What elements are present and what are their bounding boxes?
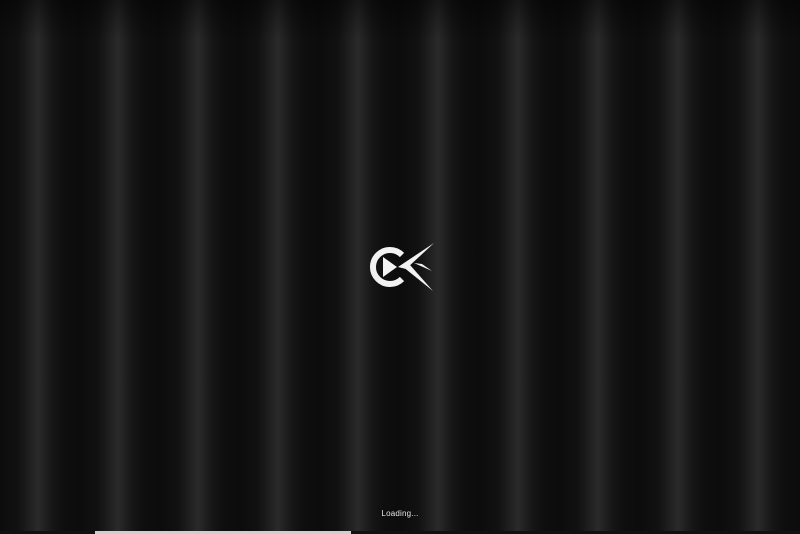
play-x-logo-icon — [369, 243, 434, 291]
loading-label: Loading... — [381, 509, 419, 518]
curtain-shadow — [0, 0, 800, 40]
loading-screen: Loading... — [0, 0, 800, 534]
